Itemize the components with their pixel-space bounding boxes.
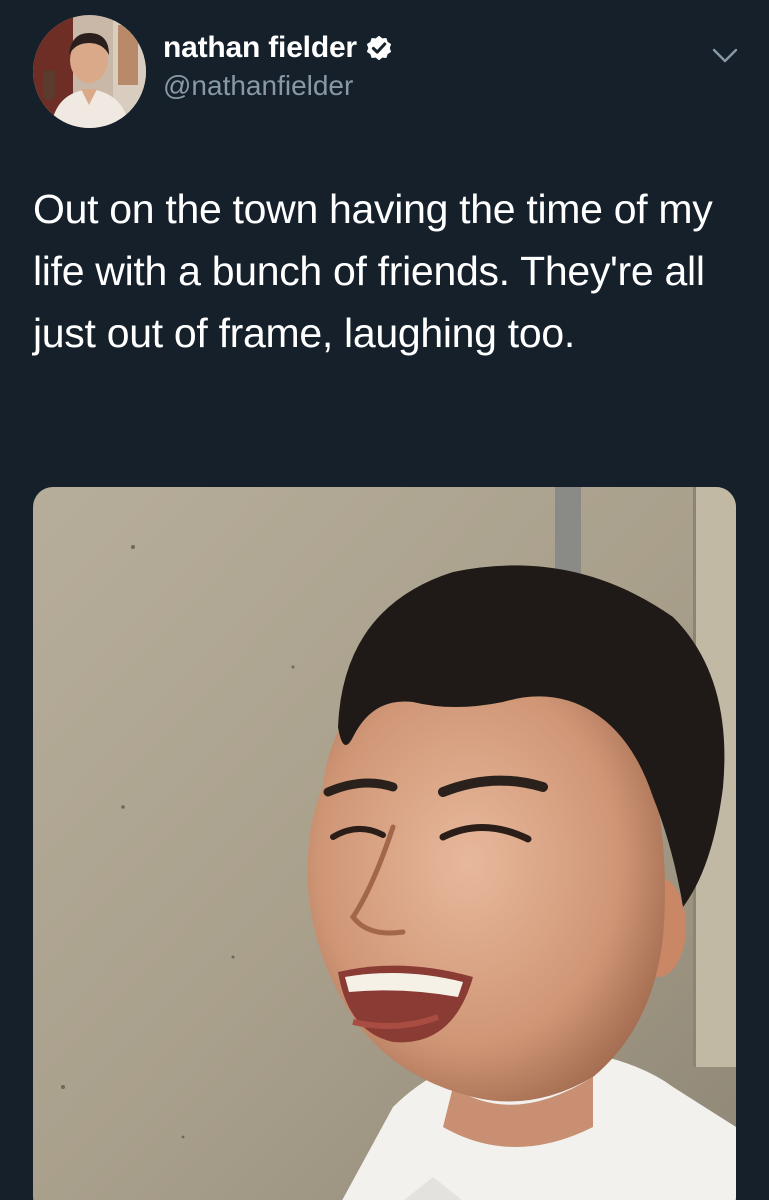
tweet-media[interactable] xyxy=(33,487,736,1200)
tweet-text: Out on the town having the time of my li… xyxy=(33,186,713,356)
smiling-man-photo xyxy=(33,487,736,1200)
display-name[interactable]: nathan fielder xyxy=(163,31,357,65)
display-name-row: nathan fielder xyxy=(163,28,394,68)
handle[interactable]: @nathanfielder xyxy=(163,70,394,102)
tweet-card: nathan fielder @nathanfielder Out on the… xyxy=(0,0,769,1200)
chevron-down-icon[interactable] xyxy=(708,38,742,72)
avatar-photo xyxy=(33,15,146,128)
author-info: nathan fielder @nathanfielder xyxy=(163,28,394,102)
avatar[interactable] xyxy=(33,15,146,128)
verified-badge-icon xyxy=(364,33,394,63)
